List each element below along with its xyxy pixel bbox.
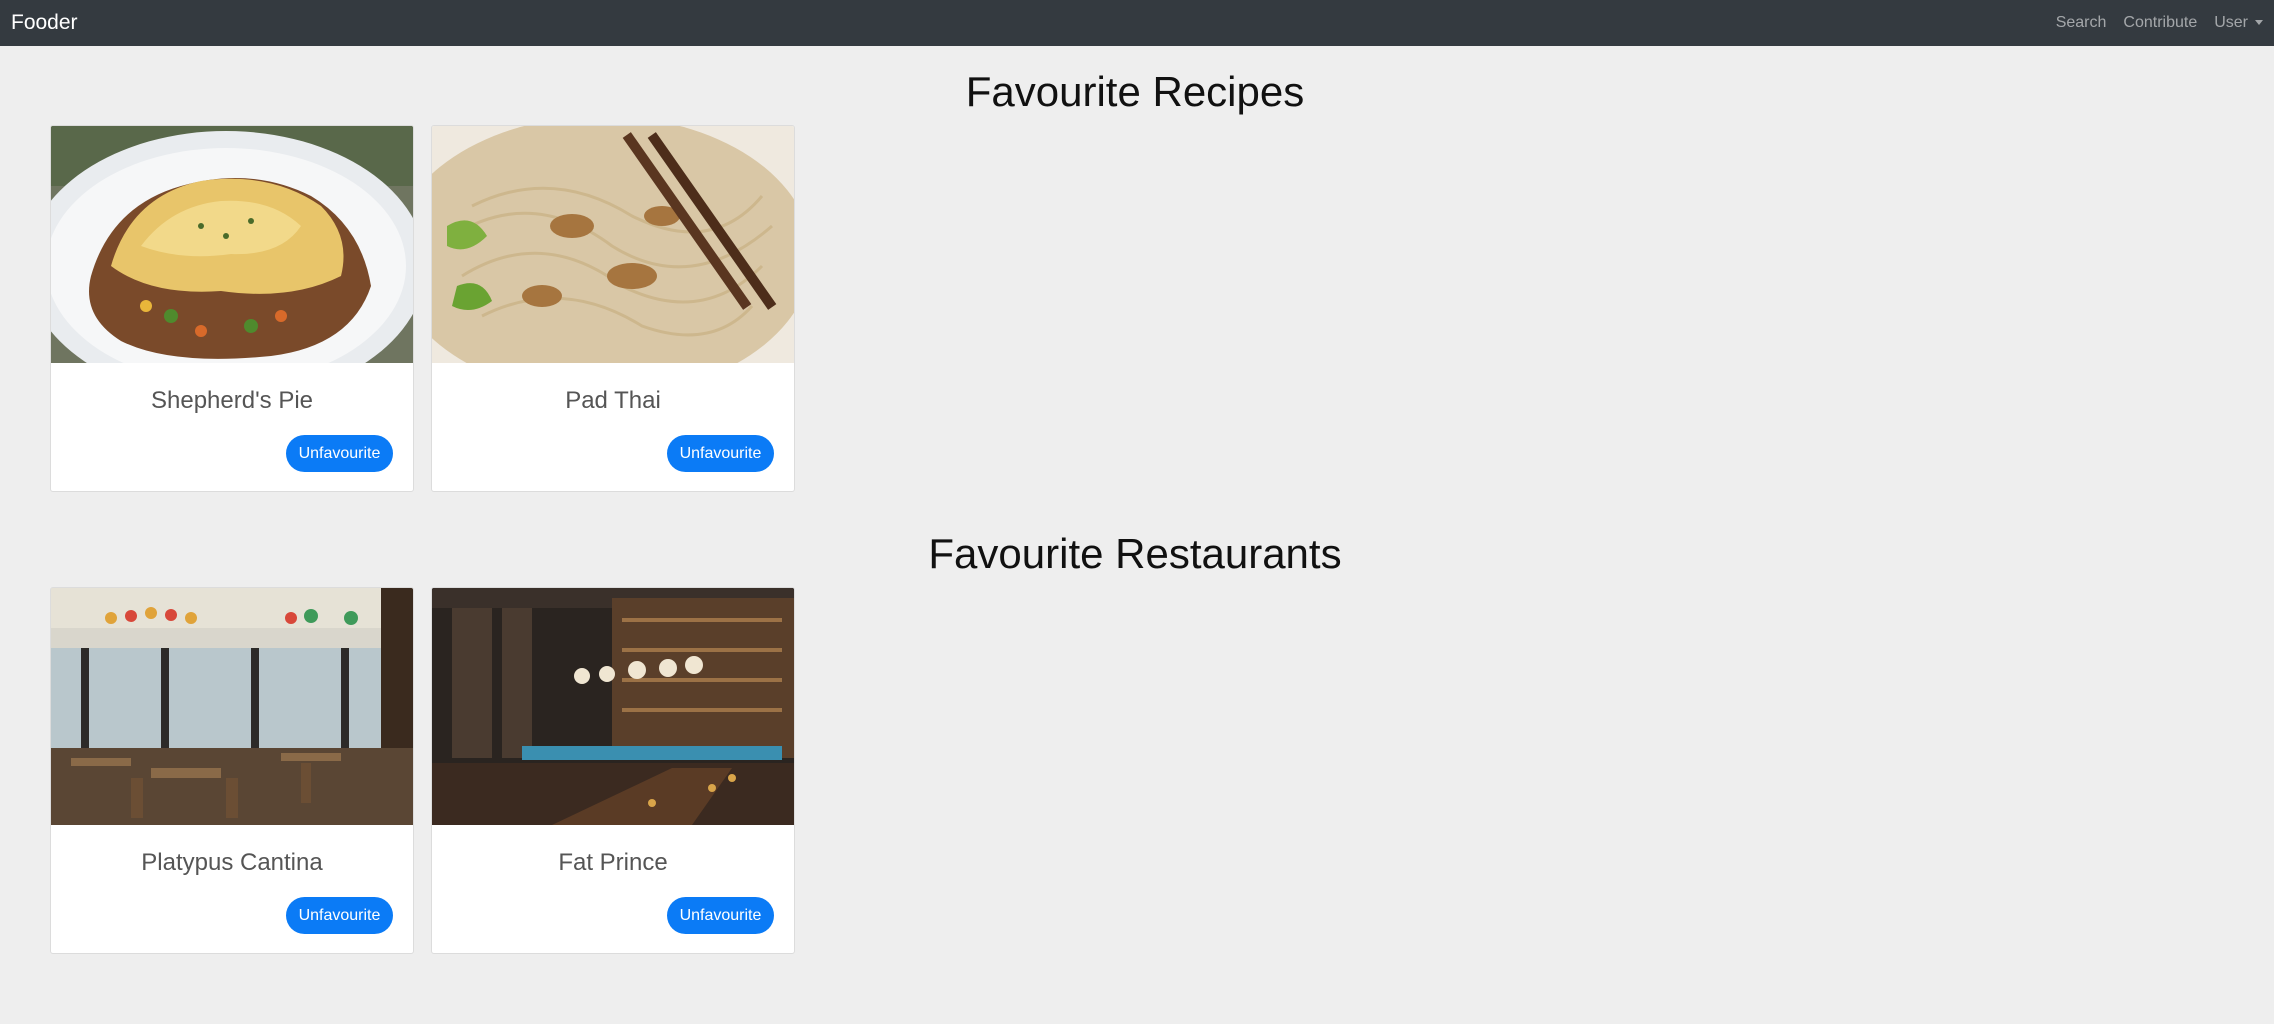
nav-user-label: User bbox=[2214, 14, 2248, 31]
nav-user-dropdown[interactable]: User bbox=[2214, 14, 2263, 32]
recipe-image bbox=[51, 126, 413, 363]
unfavourite-button[interactable]: Unfavourite bbox=[667, 897, 774, 934]
recipe-image bbox=[432, 126, 794, 363]
recipe-card: Pad Thai Unfavourite bbox=[431, 125, 795, 492]
nav-contribute-link[interactable]: Contribute bbox=[2123, 14, 2197, 32]
favourite-recipes-heading: Favourite Recipes bbox=[965, 68, 1305, 115]
restaurant-card: Platypus Cantina Unfavourite bbox=[50, 587, 414, 954]
brand-link[interactable]: Fooder bbox=[11, 11, 78, 35]
restaurant-card: Fat Prince Unfavourite bbox=[431, 587, 795, 954]
restaurant-image bbox=[51, 588, 413, 825]
nav-search-link[interactable]: Search bbox=[2056, 14, 2107, 32]
restaurant-name: Fat Prince bbox=[558, 849, 668, 876]
nav-links: Search Contribute User bbox=[2056, 14, 2263, 32]
restaurant-name: Platypus Cantina bbox=[141, 849, 323, 876]
navbar: Fooder Search Contribute User bbox=[0, 0, 2274, 46]
favourite-restaurants-heading: Favourite Restaurants bbox=[928, 530, 1342, 577]
restaurant-image bbox=[432, 588, 794, 825]
recipe-name: Pad Thai bbox=[565, 387, 661, 414]
recipe-name: Shepherd's Pie bbox=[150, 387, 314, 414]
caret-down-icon bbox=[2255, 20, 2263, 26]
unfavourite-button[interactable]: Unfavourite bbox=[286, 435, 393, 472]
unfavourite-button[interactable]: Unfavourite bbox=[667, 435, 774, 472]
recipe-card: Shepherd's Pie Unfavourite bbox=[50, 125, 414, 492]
unfavourite-button[interactable]: Unfavourite bbox=[286, 897, 393, 934]
